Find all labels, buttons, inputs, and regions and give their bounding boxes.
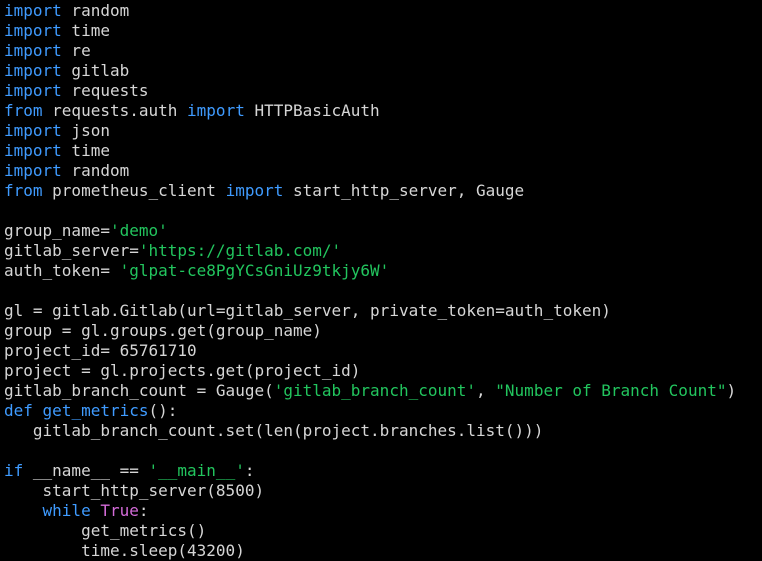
code-token: ,: [476, 381, 496, 400]
code-token: random: [61, 161, 130, 180]
keyword-token: from: [4, 181, 43, 200]
code-line: gl = gitlab.Gitlab(url=gitlab_server, pr…: [4, 301, 736, 321]
code-token: prometheus_client: [42, 181, 226, 200]
code-line: project_id= 65761710: [4, 341, 736, 361]
code-line: import requests: [4, 81, 736, 101]
keyword-token: import: [4, 161, 62, 180]
code-token: gitlab: [61, 61, 130, 80]
keyword-token: import: [225, 181, 284, 200]
code-line: project = gl.projects.get(project_id): [4, 361, 736, 381]
string-token: "Number of Branch Count": [495, 381, 727, 400]
code-line: from requests.auth import HTTPBasicAuth: [4, 101, 736, 121]
code-line: while True:: [4, 501, 736, 521]
code-token: requests: [61, 81, 149, 100]
code-token: project = gl.projects.get(project_id): [4, 361, 361, 380]
code-line: import random: [4, 1, 736, 21]
code-token: start_http_server(8500): [4, 481, 265, 500]
code-line: gitlab_branch_count.set(len(project.bran…: [4, 421, 736, 441]
string-token: '__main__': [148, 461, 245, 480]
keyword-token: from: [4, 101, 43, 120]
code-token: time: [61, 141, 110, 160]
code-line: import re: [4, 41, 736, 61]
keyword-token: import: [4, 1, 62, 20]
keyword-token: import: [4, 121, 62, 140]
code-token: :: [138, 501, 149, 520]
string-token: 'gitlab_branch_count': [273, 381, 477, 400]
string-token: 'glpat-ce8PgYCsGniUz9tkjy6W': [119, 261, 390, 280]
code-token: random: [61, 1, 130, 20]
code-token: time: [61, 21, 110, 40]
keyword-token: if: [4, 461, 24, 480]
code-token: time.sleep(43200): [4, 541, 245, 560]
code-token: requests.auth: [42, 101, 188, 120]
code-line: import time: [4, 21, 736, 41]
keyword-token: def: [4, 401, 33, 420]
code-line: get_metrics(): [4, 521, 736, 541]
code-line: group = gl.groups.get(group_name): [4, 321, 736, 341]
keyword-token: import: [4, 141, 62, 160]
code-line: if __name__ == '__main__':: [4, 461, 736, 481]
code-token: group = gl.groups.get(group_name): [4, 321, 322, 340]
terminal-window[interactable]: import random import time import re import …: [0, 0, 762, 561]
code-token: gitlab_branch_count.set(len(project.bran…: [4, 421, 544, 440]
keyword-token: while: [42, 501, 91, 520]
code-token: json: [61, 121, 110, 140]
code-line: gitlab_branch_count = Gauge('gitlab_bran…: [4, 381, 736, 401]
code-token: gitlab_server=: [4, 241, 139, 260]
code-line: import time: [4, 141, 736, 161]
code-line: start_http_server(8500): [4, 481, 736, 501]
code-token: group_name=: [4, 221, 110, 240]
constant-token: True: [100, 501, 139, 520]
code-token: get_metrics(): [4, 521, 207, 540]
code-line: gitlab_server='https://gitlab.com/': [4, 241, 736, 261]
code-token: gitlab_branch_count = Gauge(: [4, 381, 274, 400]
keyword-token: import: [4, 61, 62, 80]
code-line: time.sleep(43200): [4, 541, 736, 561]
code-token: HTTPBasicAuth: [244, 101, 380, 120]
keyword-token: import: [4, 81, 62, 100]
code-line: from prometheus_client import start_http…: [4, 181, 736, 201]
code-line: auth_token= 'glpat-ce8PgYCsGniUz9tkjy6W': [4, 261, 736, 281]
code-token: ():: [148, 401, 178, 420]
code-editor[interactable]: import random import time import re import …: [4, 1, 736, 561]
string-token: 'demo': [109, 221, 168, 240]
code-line: group_name='demo': [4, 221, 736, 241]
code-token: project_id= 65761710: [4, 341, 197, 360]
string-token: 'https://gitlab.com/': [138, 241, 342, 260]
code-line: def get_metrics():: [4, 401, 736, 421]
code-token: gl = gitlab.Gitlab(url=gitlab_server, pr…: [4, 301, 611, 320]
code-token: __name__ ==: [23, 461, 149, 480]
code-token: re: [61, 41, 91, 60]
code-line: import json: [4, 121, 736, 141]
keyword-token: import: [187, 101, 245, 120]
keyword-token: get_metrics: [42, 401, 149, 420]
keyword-token: import: [4, 41, 62, 60]
code-token: auth_token=: [4, 261, 120, 280]
keyword-token: import: [4, 21, 62, 40]
code-line: import random: [4, 161, 736, 181]
code-line: import gitlab: [4, 61, 736, 81]
code-token: ): [726, 381, 737, 400]
code-token: start_http_server, Gauge: [283, 181, 525, 200]
code-token: :: [244, 461, 255, 480]
